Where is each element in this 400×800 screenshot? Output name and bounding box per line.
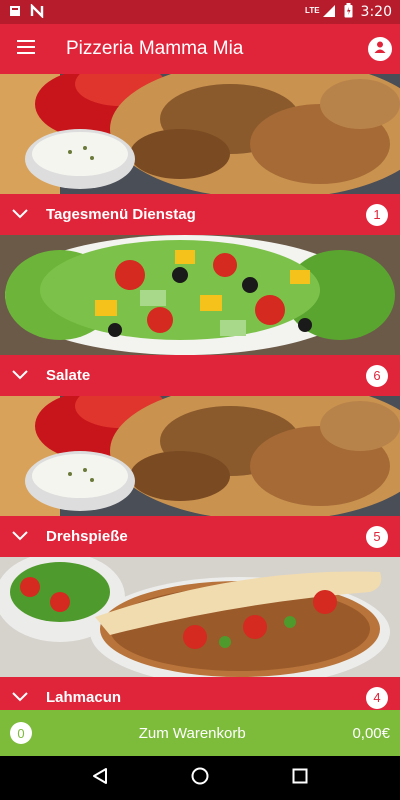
status-bar: LTE 3:20 xyxy=(0,0,400,24)
chevron-down-icon xyxy=(12,689,28,707)
category-count-badge: 4 xyxy=(366,686,388,709)
system-nav-bar xyxy=(0,756,400,800)
category-item[interactable]: Lahmacun 4 xyxy=(0,557,400,710)
recents-icon xyxy=(292,768,308,789)
battery-icon xyxy=(344,3,353,21)
app-title: Pizzeria Mamma Mia xyxy=(66,38,244,59)
chevron-down-icon xyxy=(12,528,28,546)
signal-icon xyxy=(322,4,336,21)
category-header[interactable]: Salate 6 xyxy=(0,355,400,396)
back-button[interactable] xyxy=(80,758,120,798)
category-header[interactable]: Tagesmenü Dienstag 1 xyxy=(0,194,400,235)
cart-total: 0,00€ xyxy=(352,724,390,742)
category-name: Salate xyxy=(46,367,91,384)
cart-label: Zum Warenkorb xyxy=(138,724,246,742)
recents-button[interactable] xyxy=(280,758,320,798)
cart-button[interactable]: 0 Zum Warenkorb 0,00€ xyxy=(0,710,400,756)
category-image-doner xyxy=(0,396,400,516)
cart-count-badge: 0 xyxy=(10,722,32,744)
clock: 3:20 xyxy=(360,4,392,20)
category-name: Tagesmenü Dienstag xyxy=(46,206,196,223)
category-item[interactable]: Salate 6 xyxy=(0,235,400,396)
category-list: Tagesmenü Dienstag 1 Salate 6 Drehspieße… xyxy=(0,74,400,710)
category-header[interactable]: Lahmacun 4 xyxy=(0,677,400,710)
chevron-down-icon xyxy=(12,367,28,385)
app-bar: Pizzeria Mamma Mia xyxy=(0,24,400,74)
chevron-down-icon xyxy=(12,206,28,224)
notification-icon xyxy=(8,4,22,21)
category-image-salad xyxy=(0,235,400,355)
account-button[interactable] xyxy=(368,37,392,61)
category-name: Lahmacun xyxy=(46,689,122,706)
hamburger-icon xyxy=(17,39,35,59)
back-icon xyxy=(92,767,108,790)
category-item[interactable]: Tagesmenü Dienstag 1 xyxy=(0,74,400,235)
category-image-lahmacun xyxy=(0,557,400,677)
user-icon xyxy=(373,40,387,59)
category-count-badge: 5 xyxy=(366,525,388,548)
menu-button[interactable] xyxy=(0,24,52,74)
category-image-doner xyxy=(0,74,400,194)
category-count-badge: 6 xyxy=(366,364,388,387)
home-icon xyxy=(191,767,209,790)
category-count-badge: 1 xyxy=(366,203,388,226)
category-name: Drehspieße xyxy=(46,528,128,545)
network-type: LTE xyxy=(305,6,320,15)
category-item[interactable]: Drehspieße 5 xyxy=(0,396,400,557)
home-button[interactable] xyxy=(180,758,220,798)
app-notification-icon xyxy=(30,2,44,21)
category-header[interactable]: Drehspieße 5 xyxy=(0,516,400,557)
